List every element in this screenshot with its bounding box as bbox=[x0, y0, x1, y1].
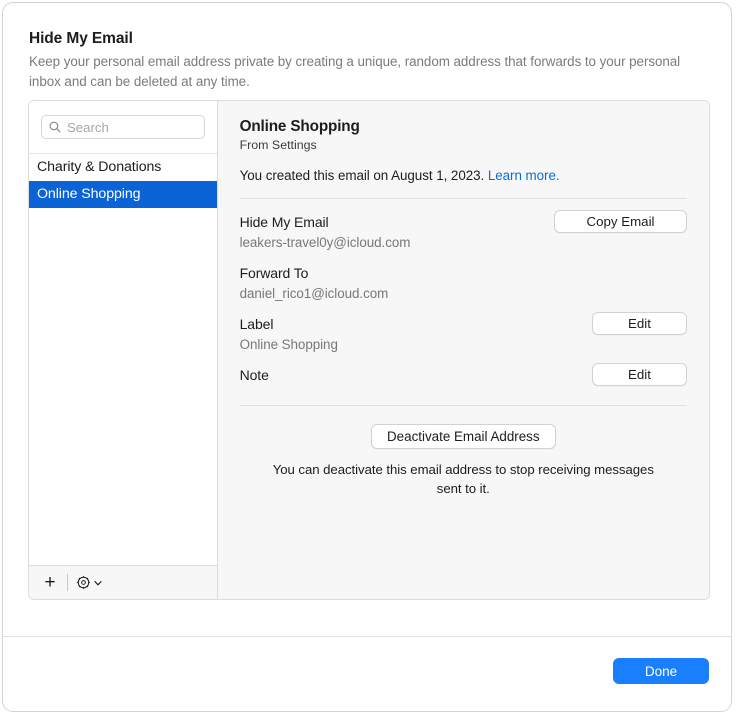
edit-note-button[interactable]: Edit bbox=[592, 363, 687, 386]
page-description: Keep your personal email address private… bbox=[29, 52, 705, 92]
footer-separator bbox=[3, 636, 731, 637]
list-item-label: Charity & Donations bbox=[37, 159, 161, 175]
deactivate-description: You can deactivate this email address to… bbox=[268, 460, 659, 498]
chevron-down-icon bbox=[93, 578, 103, 588]
done-button[interactable]: Done bbox=[613, 658, 709, 684]
list-item-label: Online Shopping bbox=[37, 186, 140, 202]
field-label: Label Online Shopping Edit bbox=[240, 316, 687, 352]
search-icon bbox=[48, 120, 62, 134]
label-value: Online Shopping bbox=[240, 337, 687, 352]
detail-title: Online Shopping bbox=[240, 118, 687, 136]
gear-icon bbox=[76, 575, 91, 590]
sidebar: Charity & Donations Online Shopping + bbox=[29, 101, 218, 599]
field-note: Note Edit bbox=[240, 367, 687, 383]
list-item-charity-donations[interactable]: Charity & Donations bbox=[29, 154, 217, 181]
email-list: Charity & Donations Online Shopping bbox=[29, 153, 217, 565]
search-field[interactable] bbox=[41, 115, 205, 139]
field-label: Forward To bbox=[240, 265, 687, 281]
learn-more-link[interactable]: Learn more. bbox=[488, 168, 560, 183]
detail-separator-bottom bbox=[240, 405, 687, 406]
list-item-online-shopping[interactable]: Online Shopping bbox=[29, 181, 217, 208]
detail-source: From Settings bbox=[240, 138, 687, 152]
detail-separator-top bbox=[240, 198, 687, 199]
edit-label-button[interactable]: Edit bbox=[592, 312, 687, 335]
deactivate-email-button[interactable]: Deactivate Email Address bbox=[371, 424, 556, 449]
search-bar bbox=[29, 101, 217, 153]
hide-my-email-window: Hide My Email Keep your personal email a… bbox=[2, 2, 732, 712]
field-forward-to: Forward To daniel_rico1@icloud.com bbox=[240, 265, 687, 301]
creation-date-text: You created this email on August 1, 2023… bbox=[240, 168, 488, 183]
toolbar-divider bbox=[67, 574, 68, 591]
search-input[interactable] bbox=[67, 120, 198, 135]
forward-to-value: daniel_rico1@icloud.com bbox=[240, 286, 687, 301]
creation-info: You created this email on August 1, 2023… bbox=[240, 168, 687, 183]
page-title: Hide My Email bbox=[29, 30, 705, 48]
action-menu-button[interactable] bbox=[72, 570, 107, 596]
split-view: Charity & Donations Online Shopping + bbox=[28, 100, 710, 600]
deactivate-section: Deactivate Email Address You can deactiv… bbox=[240, 424, 687, 498]
sidebar-toolbar: + bbox=[29, 565, 217, 599]
plus-icon: + bbox=[44, 573, 55, 592]
add-address-button[interactable]: + bbox=[37, 570, 63, 596]
copy-email-button[interactable]: Copy Email bbox=[554, 210, 687, 233]
field-hide-my-email: Hide My Email leakers-travel0y@icloud.co… bbox=[240, 214, 687, 250]
header: Hide My Email Keep your personal email a… bbox=[29, 30, 705, 92]
hide-my-email-value: leakers-travel0y@icloud.com bbox=[240, 235, 687, 250]
detail-pane: Online Shopping From Settings You create… bbox=[218, 101, 709, 599]
